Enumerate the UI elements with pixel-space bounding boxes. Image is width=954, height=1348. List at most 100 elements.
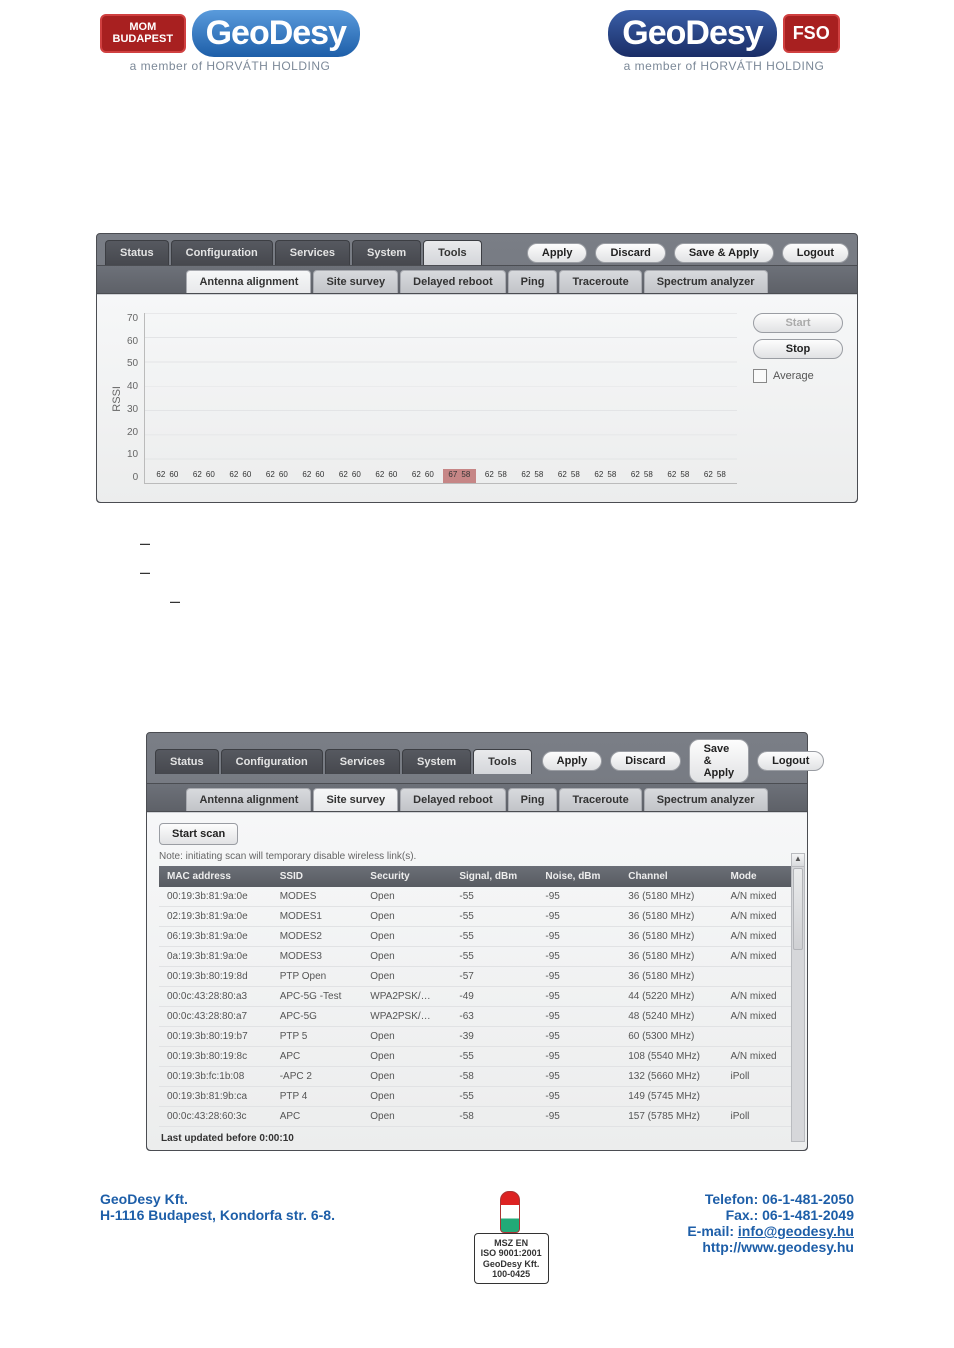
- apply-button[interactable]: Apply: [542, 751, 603, 771]
- y-axis-label: RSSI: [111, 386, 123, 412]
- tab-system[interactable]: System: [402, 749, 471, 774]
- cell-ch: 108 (5540 MHz): [620, 1047, 722, 1067]
- table-row[interactable]: 00:19:3b:81:9b:caPTP 4Open-55-95149 (574…: [159, 1087, 795, 1107]
- col-header[interactable]: MAC address: [159, 866, 272, 887]
- tab-system[interactable]: System: [352, 240, 421, 265]
- cell-mac: 0a:19:3b:81:9a:0e: [159, 947, 272, 967]
- table-row[interactable]: 00:19:3b:80:19:b7PTP 5Open-39-9560 (5300…: [159, 1027, 795, 1047]
- col-header[interactable]: Channel: [620, 866, 722, 887]
- table-row[interactable]: 02:19:3b:81:9a:0eMODES1Open-55-9536 (518…: [159, 907, 795, 927]
- ytick: 10: [127, 449, 138, 460]
- logo-left-badge: MOM BUDAPEST: [100, 14, 186, 53]
- subtab-spectrum-analyzer[interactable]: Spectrum analyzer: [644, 788, 768, 811]
- footer-email-label: E-mail:: [687, 1223, 738, 1239]
- cell-mode: A/N mixed: [722, 947, 795, 967]
- ytick: 60: [127, 336, 138, 347]
- cert-badge: MSZ EN ISO 9001:2001 GeoDesy Kft. 100-04…: [466, 1191, 556, 1284]
- subtab-antenna-alignment[interactable]: Antenna alignment: [186, 788, 311, 811]
- col-header[interactable]: Noise, dBm: [537, 866, 620, 887]
- cell-ch: 44 (5220 MHz): [620, 987, 722, 1007]
- col-header[interactable]: Mode: [722, 866, 795, 887]
- table-row[interactable]: 00:0c:43:28:80:a3APC-5G -TestWPA2PSK/…-4…: [159, 987, 795, 1007]
- subtab-traceroute[interactable]: Traceroute: [559, 788, 641, 811]
- subtab-site-survey[interactable]: Site survey: [313, 270, 398, 293]
- scroll-up-icon[interactable]: ▲: [792, 854, 804, 867]
- cell-noise: -95: [537, 927, 620, 947]
- subtab-antenna-alignment[interactable]: Antenna alignment: [186, 270, 311, 293]
- col-header[interactable]: Security: [362, 866, 451, 887]
- tab-status[interactable]: Status: [155, 749, 219, 774]
- apply-button[interactable]: Apply: [527, 243, 588, 263]
- cell-sec: Open: [362, 1047, 451, 1067]
- cell-sig: -58: [451, 1067, 537, 1087]
- cell-mode: iPoll: [722, 1067, 795, 1087]
- col-header[interactable]: Signal, dBm: [451, 866, 537, 887]
- tab-configuration[interactable]: Configuration: [221, 749, 323, 774]
- table-row[interactable]: 00:0c:43:28:80:a7APC-5GWPA2PSK/…-63-9548…: [159, 1007, 795, 1027]
- cell-noise: -95: [537, 967, 620, 987]
- discard-button[interactable]: Discard: [610, 751, 680, 771]
- cell-noise: -95: [537, 1107, 620, 1127]
- cell-ssid: APC-5G: [272, 1007, 363, 1027]
- table-row[interactable]: 00:0c:43:28:60:3cAPCOpen-58-95157 (5785 …: [159, 1107, 795, 1127]
- cell-sec: WPA2PSK/…: [362, 1007, 451, 1027]
- cell-mode: A/N mixed: [722, 927, 795, 947]
- save-apply-button[interactable]: Save & Apply: [674, 243, 774, 263]
- cell-noise: -95: [537, 947, 620, 967]
- cell-ch: 149 (5745 MHz): [620, 1087, 722, 1107]
- cell-ssid: PTP 4: [272, 1087, 363, 1107]
- cert-line: ISO 9001:2001: [481, 1248, 542, 1258]
- ytick: 20: [127, 427, 138, 438]
- tab-configuration[interactable]: Configuration: [171, 240, 273, 265]
- table-row[interactable]: 00:19:3b:80:19:8dPTP OpenOpen-57-9536 (5…: [159, 967, 795, 987]
- discard-button[interactable]: Discard: [595, 243, 665, 263]
- tab-services[interactable]: Services: [275, 240, 350, 265]
- table-row[interactable]: 00:19:3b:81:9a:0eMODESOpen-55-9536 (5180…: [159, 887, 795, 907]
- mid-notes: – – –: [140, 533, 954, 612]
- cell-ch: 36 (5180 MHz): [620, 927, 722, 947]
- subtab-delayed-reboot[interactable]: Delayed reboot: [400, 270, 505, 293]
- average-toggle[interactable]: Average: [753, 369, 843, 383]
- scrollbar[interactable]: ▲: [791, 853, 805, 1142]
- cell-mac: 00:19:3b:80:19:8c: [159, 1047, 272, 1067]
- tab-services[interactable]: Services: [325, 749, 400, 774]
- table-row[interactable]: 06:19:3b:81:9a:0eMODES2Open-55-9536 (518…: [159, 927, 795, 947]
- table-row[interactable]: 00:19:3b:fc:1b:08-APC 2Open-58-95132 (56…: [159, 1067, 795, 1087]
- subtab-spectrum-analyzer[interactable]: Spectrum analyzer: [644, 270, 768, 293]
- col-header[interactable]: SSID: [272, 866, 363, 887]
- subtab-traceroute[interactable]: Traceroute: [559, 270, 641, 293]
- scroll-thumb[interactable]: [793, 868, 803, 950]
- logout-button[interactable]: Logout: [757, 751, 824, 771]
- footer-address: H-1116 Budapest, Kondorfa str. 6-8.: [100, 1207, 335, 1223]
- cell-ssid: APC: [272, 1107, 363, 1127]
- table-row[interactable]: 00:19:3b:80:19:8cAPCOpen-55-95108 (5540 …: [159, 1047, 795, 1067]
- cell-sig: -58: [451, 1107, 537, 1127]
- cell-mac: 00:0c:43:28:80:a3: [159, 987, 272, 1007]
- tab-status[interactable]: Status: [105, 240, 169, 265]
- logo-left: MOM BUDAPEST GeoDesy a member of HORVÁTH…: [100, 10, 360, 73]
- cell-ssid: PTP 5: [272, 1027, 363, 1047]
- stop-button[interactable]: Stop: [753, 339, 843, 359]
- subtab-ping[interactable]: Ping: [508, 270, 558, 293]
- footer-email-link[interactable]: info@geodesy.hu: [738, 1223, 854, 1239]
- subtab-site-survey[interactable]: Site survey: [313, 788, 398, 811]
- page-header: MOM BUDAPEST GeoDesy a member of HORVÁTH…: [0, 0, 954, 73]
- table-row[interactable]: 0a:19:3b:81:9a:0eMODES3Open-55-9536 (518…: [159, 947, 795, 967]
- subtab-delayed-reboot[interactable]: Delayed reboot: [400, 788, 505, 811]
- cell-noise: -95: [537, 1027, 620, 1047]
- tab-tools[interactable]: Tools: [473, 749, 532, 774]
- cell-sig: -39: [451, 1027, 537, 1047]
- average-checkbox[interactable]: [753, 369, 767, 383]
- antenna-alignment-panel: StatusConfigurationServicesSystemTools A…: [96, 233, 858, 503]
- footer-phone: Telefon: 06-1-481-2050: [687, 1191, 854, 1207]
- footer-company: GeoDesy Kft.: [100, 1191, 335, 1207]
- cell-mode: A/N mixed: [722, 1047, 795, 1067]
- cell-ch: 36 (5180 MHz): [620, 967, 722, 987]
- logout-button[interactable]: Logout: [782, 243, 849, 263]
- start-scan-button[interactable]: Start scan: [159, 823, 238, 845]
- start-button[interactable]: Start: [753, 313, 843, 333]
- subtab-ping[interactable]: Ping: [508, 788, 558, 811]
- save-apply-button[interactable]: Save & Apply: [689, 739, 750, 783]
- ytick: 70: [127, 313, 138, 324]
- tab-tools[interactable]: Tools: [423, 240, 482, 265]
